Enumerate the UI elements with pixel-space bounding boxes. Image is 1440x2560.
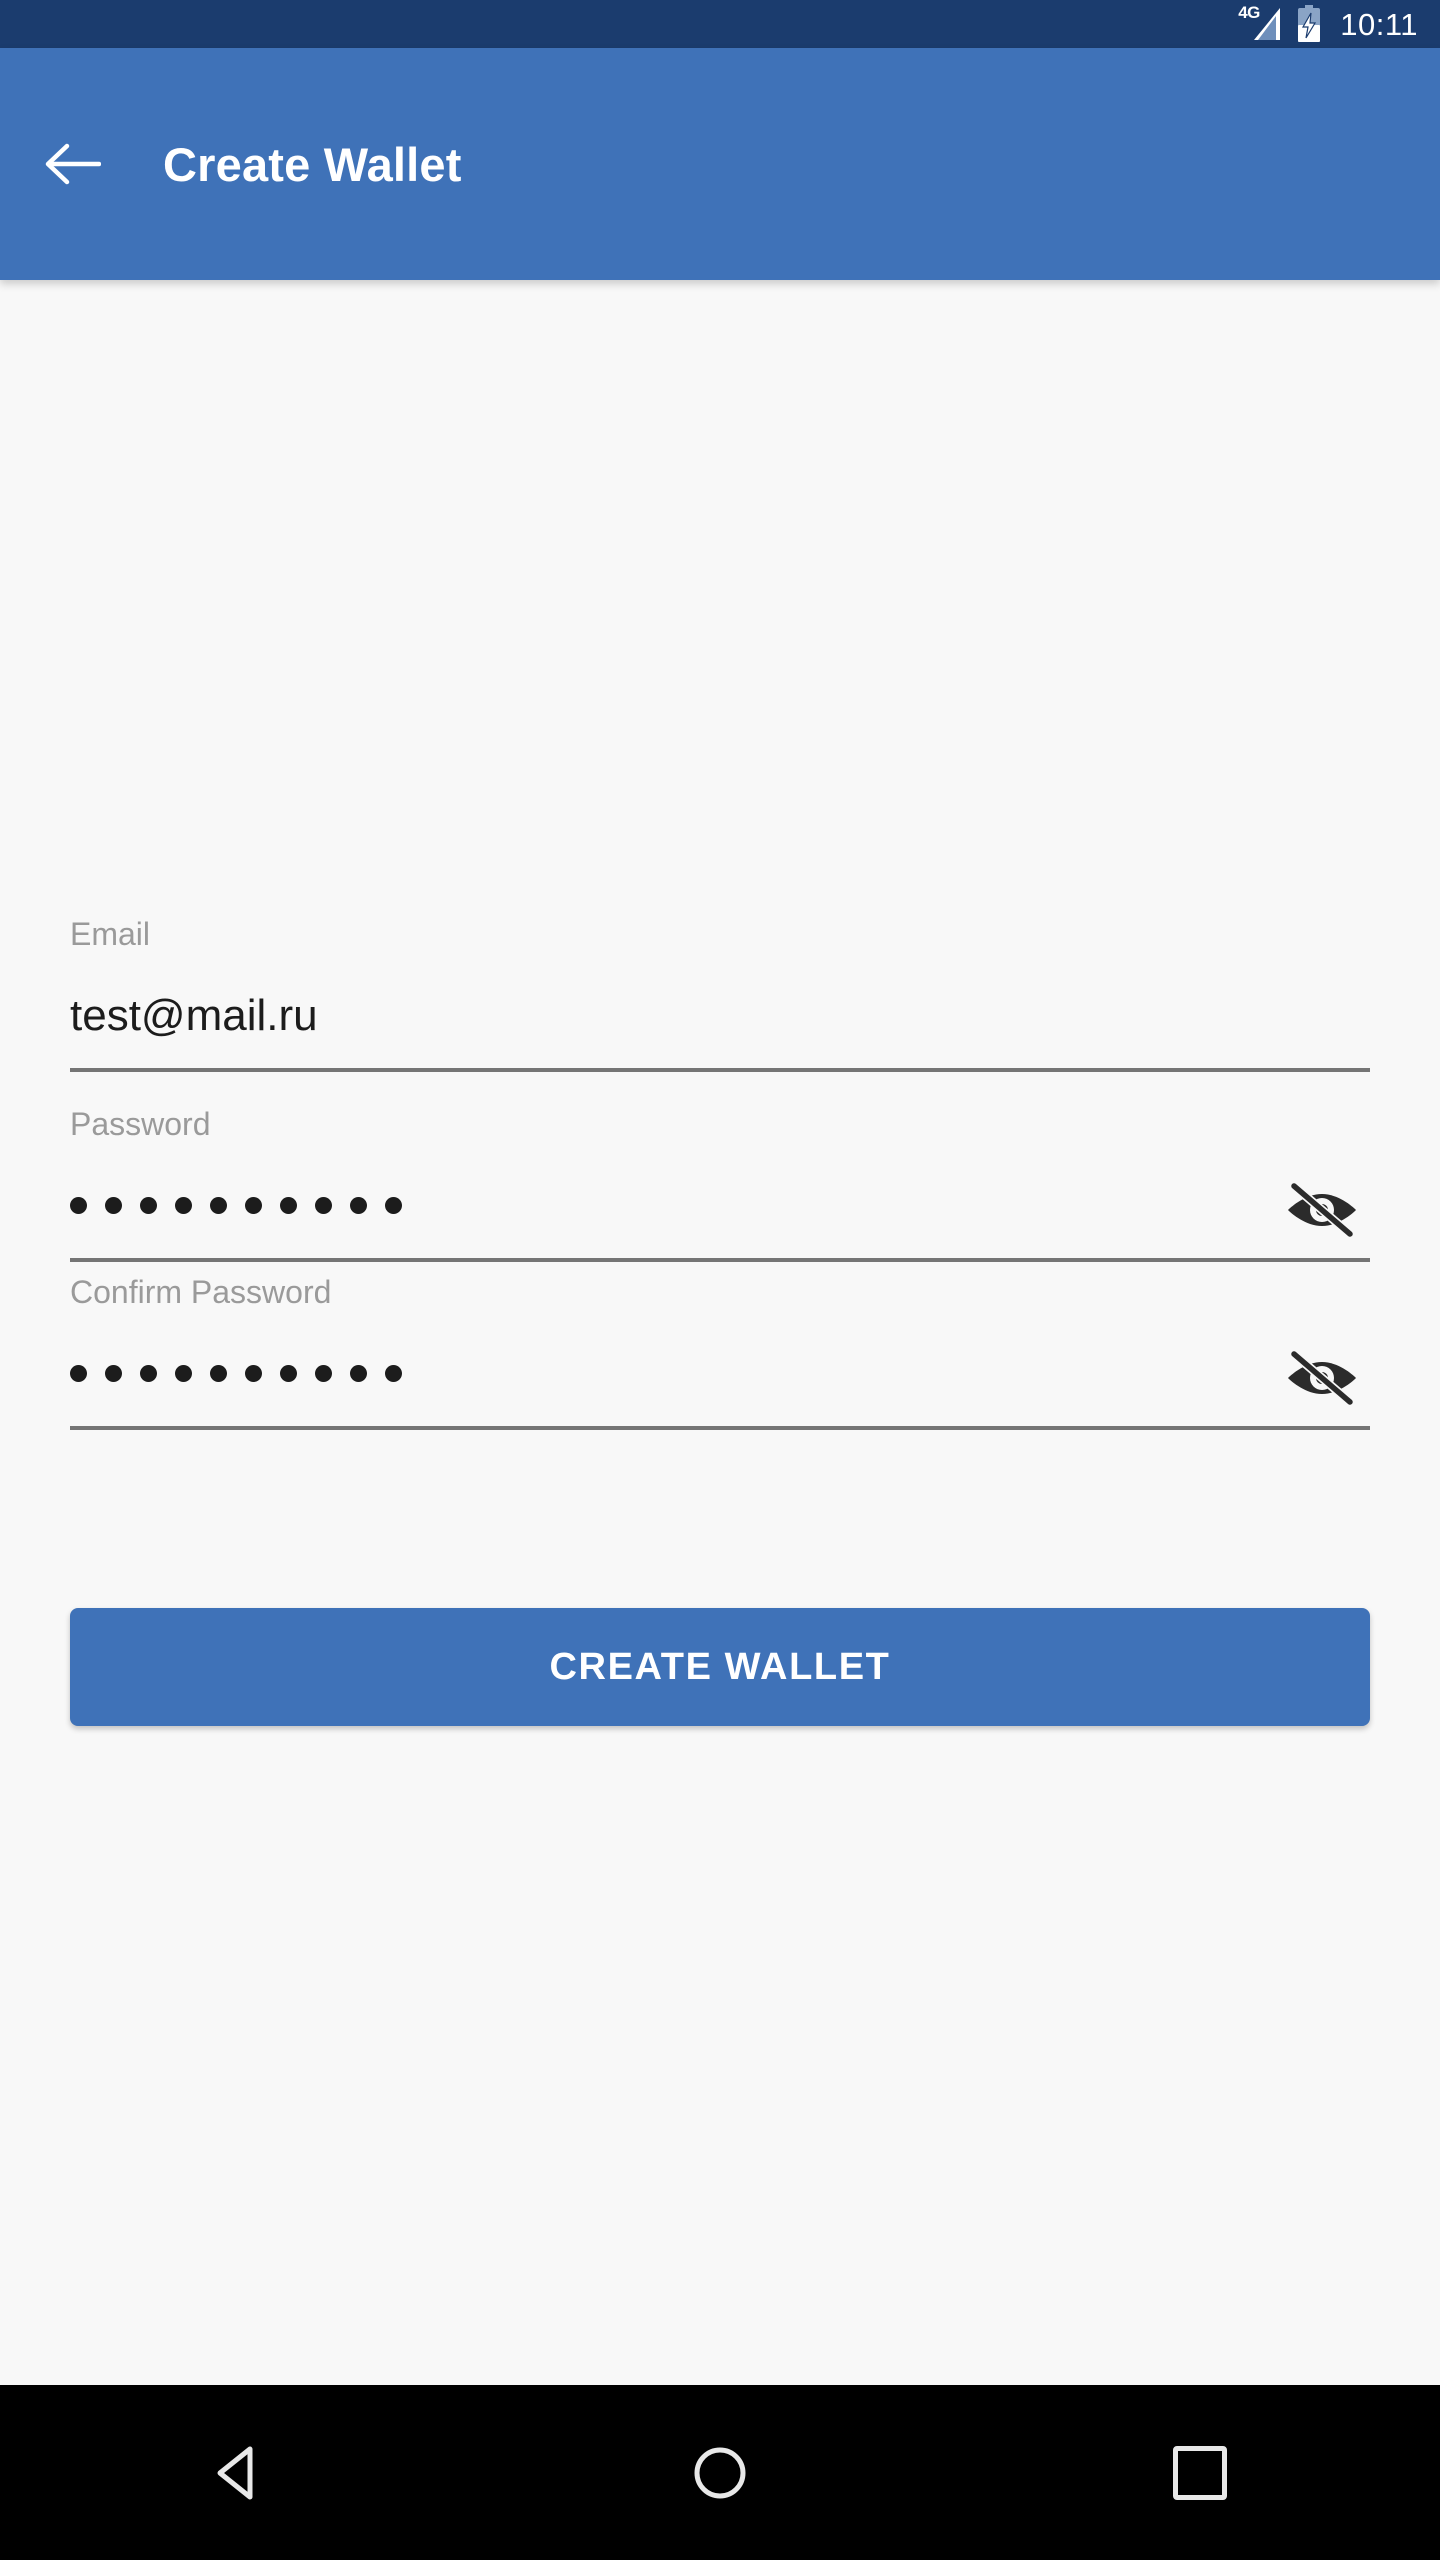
create-wallet-button[interactable]: CREATE WALLET [70,1608,1370,1726]
battery-charging-icon [1298,5,1321,42]
visibility-off-icon [1288,1182,1356,1238]
confirm-password-dot [105,1364,122,1382]
visibility-off-icon [1288,1350,1356,1406]
nav-home-button[interactable] [630,2408,810,2538]
password-dot [105,1196,122,1214]
email-input-value: test@mail.ru [70,991,318,1040]
app-bar: Create Wallet [0,48,1440,280]
password-dot [210,1196,227,1214]
password-visibility-toggle[interactable] [1274,1170,1370,1250]
confirm-password-dot [245,1364,262,1382]
status-bar-icons: 4G 10:11 [1238,4,1418,43]
password-dot [140,1196,157,1214]
arrow-back-icon [45,143,101,185]
nav-home-circle-icon [694,2447,746,2498]
content-area: Email test@mail.ru Password Confirm Pass… [0,280,1440,2385]
confirm-password-input-masked-value [70,1364,402,1400]
field-spacer [70,1086,1370,1108]
nav-back-triangle-icon [217,2446,253,2499]
confirm-password-dot [210,1364,227,1382]
confirm-password-field-group: Confirm Password [70,1276,1370,1430]
signal-bars-icon: 4G [1238,4,1284,42]
android-navigation-bar [0,2385,1440,2560]
password-field-label: Password [70,1106,211,1142]
confirm-password-dot [70,1364,87,1382]
email-field-label: Email [70,916,151,952]
confirm-password-visibility-toggle[interactable] [1274,1338,1370,1418]
confirm-password-dot [280,1364,297,1382]
password-input-masked-value [70,1196,402,1232]
confirm-password-field-label: Confirm Password [70,1274,332,1310]
password-dot [70,1196,87,1214]
password-dot [350,1196,367,1214]
confirm-password-dot [350,1364,367,1382]
create-wallet-form: Email test@mail.ru Password Confirm Pass… [70,918,1370,1444]
password-dot [175,1196,192,1214]
password-dot [315,1196,332,1214]
nav-recents-button[interactable] [1110,2408,1290,2538]
confirm-password-dot [385,1364,402,1382]
password-field-group: Password [70,1108,1370,1262]
nav-back-button[interactable] [150,2408,330,2538]
password-dot [280,1196,297,1214]
confirm-password-dot [315,1364,332,1382]
status-bar: 4G 10:11 [0,0,1440,48]
back-button[interactable] [24,116,120,212]
password-dot [385,1196,402,1214]
confirm-password-dot [175,1364,192,1382]
status-bar-clock: 10:11 [1340,6,1418,42]
email-input[interactable]: test@mail.ru [70,980,1370,1072]
confirm-password-dot [140,1364,157,1382]
password-input[interactable] [70,1170,1370,1262]
password-dot [245,1196,262,1214]
confirm-password-input[interactable] [70,1338,1370,1430]
nav-recents-square-icon [1173,2445,1227,2500]
email-field-group: Email test@mail.ru [70,918,1370,1072]
page-title: Create Wallet [163,137,462,191]
